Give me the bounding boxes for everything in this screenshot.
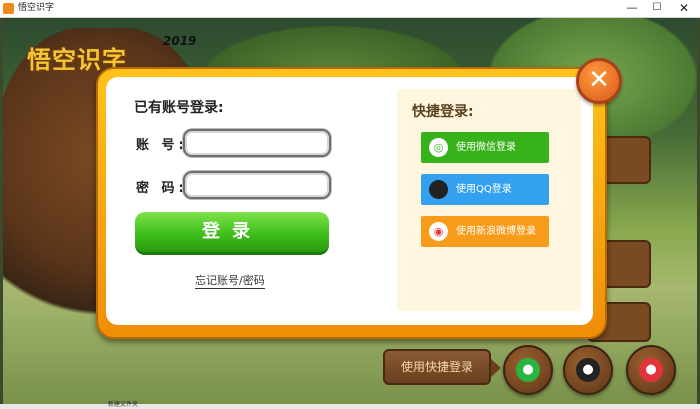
account-input[interactable] — [183, 129, 331, 157]
app-icon — [3, 3, 14, 14]
minimize-button[interactable]: — — [618, 0, 646, 17]
wechat-icon: ◎ — [429, 138, 448, 157]
wechat-login-label: 使用微信登录 — [456, 142, 516, 153]
taskbar-strip — [0, 404, 700, 409]
qq-icon: ● — [576, 358, 600, 382]
window-title: 悟空识字 — [18, 3, 55, 13]
wechat-login-button[interactable]: ◎ 使用微信登录 — [421, 132, 549, 163]
login-button[interactable]: 登录 — [135, 212, 329, 255]
forgot-password-link[interactable]: 忘记账号/密码 — [195, 274, 265, 289]
weibo-login-button[interactable]: ◉ 使用新浪微博登录 — [421, 216, 549, 247]
dialog-close-button[interactable]: ✕ — [576, 58, 622, 104]
weibo-icon: ● — [639, 358, 663, 382]
quick-login-bar-button[interactable]: 使用快捷登录 — [383, 349, 501, 385]
round-weibo-button[interactable]: ● — [626, 345, 676, 395]
window-close-button[interactable]: ✕ — [670, 0, 698, 17]
password-input[interactable] — [183, 171, 331, 199]
qq-icon — [429, 180, 448, 199]
password-label: 密 码: — [136, 181, 188, 196]
close-icon: ✕ — [588, 65, 610, 95]
round-qq-button[interactable]: ● — [563, 345, 613, 395]
wechat-icon: ● — [516, 358, 540, 382]
login-dialog-body: 已有账号登录: 账 号: 密 码: 登录 忘记账号/密码 快捷登录: ◎ 使用微… — [106, 77, 593, 325]
game-logo-year: 2019 — [163, 34, 197, 48]
login-dialog: 已有账号登录: 账 号: 密 码: 登录 忘记账号/密码 快捷登录: ◎ 使用微… — [96, 67, 607, 339]
qq-login-label: 使用QQ登录 — [456, 184, 512, 195]
account-login-pane: 已有账号登录: 账 号: 密 码: 登录 忘记账号/密码 — [106, 77, 396, 325]
account-login-title: 已有账号登录: — [134, 100, 224, 116]
taskbar-label: 新建文件夹 — [108, 401, 139, 408]
maximize-button[interactable]: ☐ — [643, 0, 671, 17]
weibo-login-label: 使用新浪微博登录 — [456, 226, 536, 237]
window-titlebar: 悟空识字 — ☐ ✕ — [0, 0, 700, 18]
quick-login-pane: 快捷登录: ◎ 使用微信登录 使用QQ登录 ◉ 使用新浪微博登录 — [397, 89, 581, 311]
qq-login-button[interactable]: 使用QQ登录 — [421, 174, 549, 205]
account-label: 账 号: — [136, 138, 188, 153]
quick-login-title: 快捷登录: — [412, 104, 474, 120]
weibo-icon: ◉ — [429, 222, 448, 241]
round-wechat-button[interactable]: ● — [503, 345, 553, 395]
